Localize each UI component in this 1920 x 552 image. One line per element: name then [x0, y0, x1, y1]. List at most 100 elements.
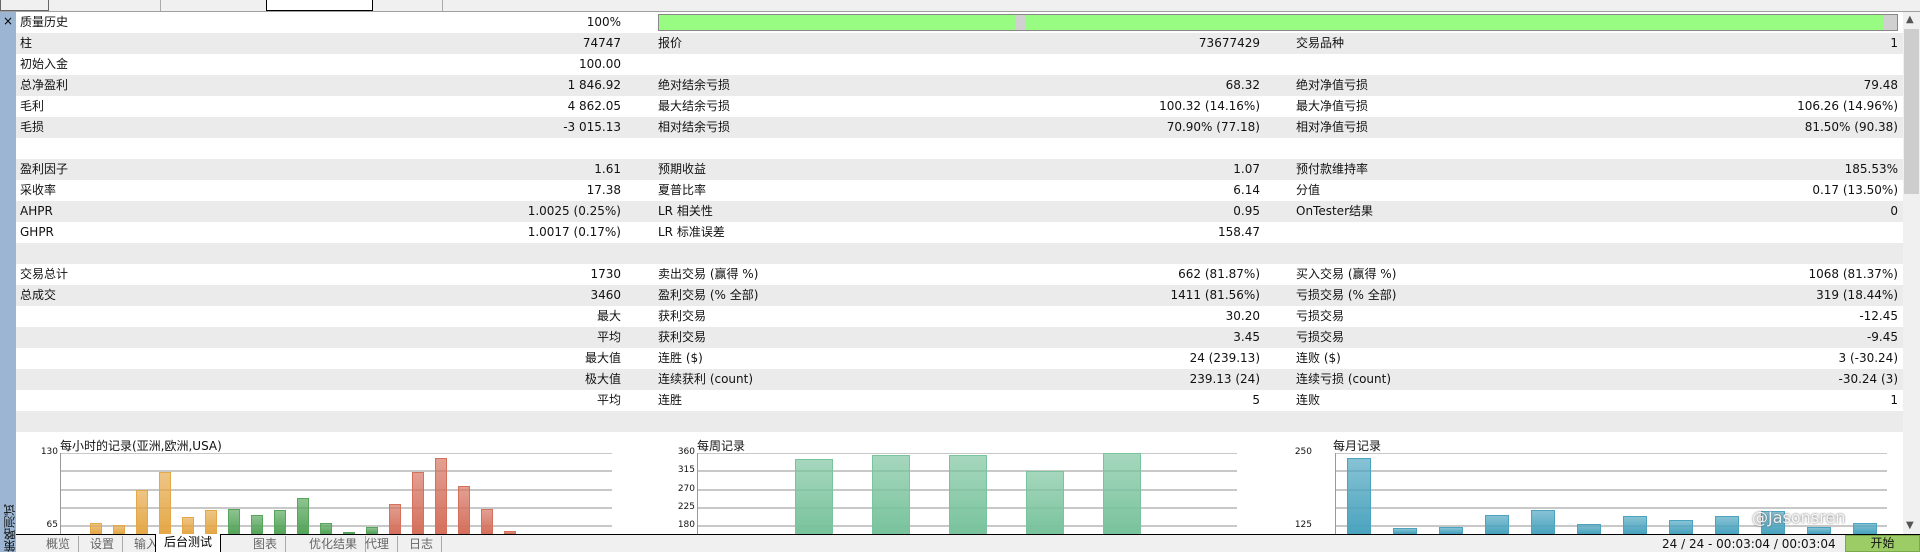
- metric-value: 1: [1890, 393, 1898, 407]
- metric-label: 总净盈利: [20, 78, 69, 92]
- y-tick-label: 125: [1294, 520, 1312, 530]
- table-row: AHPR 1.0025 (0.25%) LR 相关性 0.95 OnTester结果 0: [16, 201, 1903, 222]
- metric-value: 1411 (81.56%): [1170, 288, 1260, 302]
- metric-value: 3 (-30.24): [1838, 351, 1899, 365]
- table-row: [16, 411, 1903, 432]
- metric-label: 毛利: [20, 99, 45, 113]
- metric-label: 最大: [596, 309, 621, 323]
- chart-bar: [112, 524, 125, 534]
- metric-label: 亏损交易: [1296, 330, 1345, 344]
- metric-value: 6.14: [1233, 183, 1260, 197]
- metric-value: -30.24 (3): [1838, 372, 1899, 386]
- chart-bar: [1531, 510, 1555, 534]
- metric-value: 74747: [582, 36, 621, 50]
- chart-bar: [250, 514, 263, 534]
- strategy-tester-panel: × 策略测试 质量历史 100% 柱 74747 报价 73677429 交易品种 1 初始入金…: [0, 0, 1920, 552]
- metric-value: 4 862.05: [567, 99, 621, 113]
- tab-0[interactable]: 概览: [38, 536, 80, 552]
- metric-value: 1.0025 (0.25%): [527, 204, 621, 218]
- metric-label: 亏损交易: [1296, 309, 1345, 323]
- chart-bar: [1347, 457, 1371, 534]
- chart-plot: [697, 453, 1237, 534]
- quality-gap: [1016, 15, 1026, 30]
- close-icon[interactable]: ×: [3, 15, 13, 27]
- watermark: @Jasonsren: [1752, 508, 1846, 527]
- scrollbar-thumb[interactable]: [1904, 29, 1919, 194]
- tab-1[interactable]: 设置: [82, 536, 124, 552]
- metric-label: 分值: [1296, 183, 1321, 197]
- metric-label: 平均: [596, 330, 621, 344]
- vertical-scrollbar[interactable]: ▲ ▼: [1903, 12, 1920, 534]
- table-row: 质量历史 100%: [16, 12, 1903, 33]
- metric-value: 319 (18.44%): [1816, 288, 1898, 302]
- top-tab-active[interactable]: [266, 0, 373, 11]
- metric-label: 最大值: [584, 351, 621, 365]
- tab-4[interactable]: 图表: [245, 536, 287, 552]
- chart-bar: [181, 517, 194, 534]
- chart-bar: [89, 522, 102, 534]
- metric-value: 0: [1890, 204, 1898, 218]
- scroll-up-icon[interactable]: ▲: [1906, 14, 1914, 25]
- metric-value: 106.26 (14.96%): [1797, 99, 1898, 113]
- metric-value: 662 (81.87%): [1178, 267, 1260, 281]
- tab-7[interactable]: 日志: [401, 536, 443, 552]
- metric-value: 81.50% (90.38): [1804, 120, 1898, 134]
- metric-label: LR 相关性: [658, 204, 713, 218]
- metric-label: 连胜: [658, 393, 683, 407]
- table-row: 采收率 17.38 夏普比率 6.14 分值 0.17 (13.50%): [16, 180, 1903, 201]
- metric-label: 极大值: [584, 372, 621, 386]
- top-tab[interactable]: [0, 0, 49, 11]
- metric-value: 3.45: [1233, 330, 1260, 344]
- gridline: [61, 453, 612, 454]
- chart-bar: [319, 522, 332, 534]
- tab-3[interactable]: 后台测试: [155, 534, 222, 552]
- table-row: 总净盈利 1 846.92 绝对结余亏损 68.32 绝对净值亏损 79.48: [16, 75, 1903, 96]
- metric-label: 相对结余亏损: [658, 120, 731, 134]
- scroll-down-icon[interactable]: ▼: [1906, 520, 1914, 531]
- chart-bar: [871, 454, 910, 534]
- metric-label: 交易品种: [1296, 36, 1345, 50]
- gridline: [1336, 470, 1887, 473]
- y-tick-label: 65: [46, 520, 58, 530]
- metric-label: 绝对净值亏损: [1296, 78, 1369, 92]
- y-tick-label: 130: [40, 447, 58, 457]
- y-tick-label: 180: [677, 520, 695, 530]
- metric-label: 最大净值亏损: [1296, 99, 1369, 113]
- metric-value: 0.17 (13.50%): [1812, 183, 1898, 197]
- metric-value: 100%: [586, 15, 621, 29]
- metric-value: 79.48: [1863, 78, 1898, 92]
- chart-plot: [60, 453, 612, 534]
- metric-label: AHPR: [20, 204, 53, 218]
- table-row: 极大值 连续获利 (count) 239.13 (24) 连续亏损 (count) -3…: [16, 369, 1903, 390]
- table-row: 最大值 连胜 ($) 24 (239.13) 连败 ($) 3 (-30.24): [16, 348, 1903, 369]
- metric-value: 70.90% (77.18): [1166, 120, 1260, 134]
- metric-label: 盈利因子: [20, 162, 69, 176]
- metric-label: 获利交易: [658, 309, 707, 323]
- metric-label: 平均: [596, 393, 621, 407]
- tab-6[interactable]: 代理: [357, 536, 399, 552]
- metric-value: -12.45: [1859, 309, 1898, 323]
- chart-title: 每周记录: [697, 439, 746, 453]
- metric-label: 连败: [1296, 393, 1321, 407]
- chart-bar: [457, 485, 470, 534]
- metric-value: 100.32 (14.16%): [1159, 99, 1260, 113]
- start-button[interactable]: 开始: [1845, 535, 1920, 552]
- chart-bar: [1577, 524, 1601, 534]
- metric-value: 185.53%: [1844, 162, 1898, 176]
- chart-bar: [1669, 519, 1693, 534]
- metric-label: 相对净值亏损: [1296, 120, 1369, 134]
- chart-bar: [411, 472, 424, 534]
- gridline: [61, 470, 612, 473]
- y-tick-label: 225: [677, 501, 695, 512]
- table-row: 柱 74747 报价 73677429 交易品种 1: [16, 33, 1903, 54]
- chart-title: 每月记录: [1333, 439, 1382, 453]
- metric-value: 1.0017 (0.17%): [527, 225, 621, 239]
- metric-value: 100.00: [579, 57, 621, 71]
- history-quality-bar: [658, 14, 1898, 31]
- chart-bar: [204, 510, 217, 534]
- metric-value: 0.95: [1233, 204, 1260, 218]
- tab-separator: [160, 0, 161, 11]
- metric-label: 绝对结余亏损: [658, 78, 731, 92]
- chart-bar: [1485, 514, 1509, 534]
- metric-label: LR 标准误差: [658, 225, 725, 239]
